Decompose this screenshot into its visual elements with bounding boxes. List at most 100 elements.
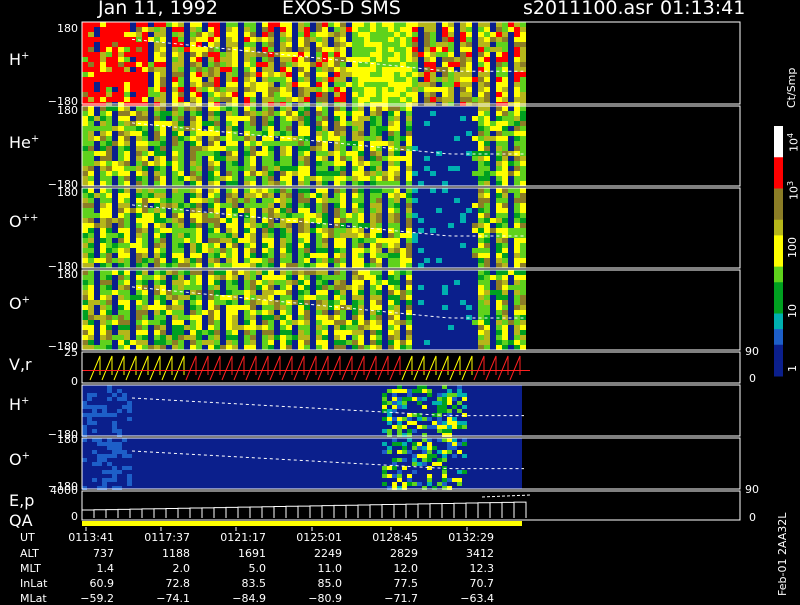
spectrogram-cell: [118, 213, 124, 218]
spectrogram-cell: [82, 233, 88, 238]
spectrogram-cell: [334, 22, 340, 27]
spectrogram-cell: [136, 27, 142, 32]
spectrogram-cell: [178, 116, 184, 121]
spectrogram-cell: [208, 248, 214, 253]
spectrogram-cell: [340, 198, 346, 203]
spectrogram-cell: [334, 156, 340, 161]
spectrogram-cell: [376, 253, 382, 258]
spectrogram-cell: [268, 151, 274, 156]
spectrogram-cell: [514, 106, 520, 111]
spectrogram-cell: [406, 27, 412, 32]
spectrogram-cell: [214, 111, 220, 116]
spectrogram-cell: [502, 223, 508, 228]
spectrogram-cell: [208, 166, 214, 171]
spectrogram-cell: [118, 345, 124, 350]
spectrogram-cell: [376, 166, 382, 171]
spectrogram-cell: [262, 72, 268, 77]
spectrogram-cell: [124, 57, 130, 62]
spectrogram-cell: [256, 82, 262, 87]
spectrogram-cell: [88, 198, 94, 203]
spectrogram-cell: [316, 67, 322, 72]
spectrogram-cell: [102, 478, 107, 482]
spectrogram-cell: [388, 161, 394, 166]
spectrogram-cell: [268, 116, 274, 121]
spectrogram-cell: [298, 116, 304, 121]
spectrogram-cell: [310, 32, 316, 37]
spectrogram-cell: [100, 270, 106, 275]
spectrogram-cell: [502, 320, 508, 325]
spectrogram-cell: [220, 253, 226, 258]
spectrogram-cell: [172, 285, 178, 290]
spectrogram-cell: [316, 270, 322, 275]
spectrogram-cell: [520, 106, 526, 111]
spectrogram-cell: [340, 330, 346, 335]
spectrogram-cell: [106, 92, 112, 97]
spectrogram-cell: [124, 111, 130, 116]
spectrogram-cell: [382, 72, 388, 77]
spectrogram-cell: [457, 389, 462, 393]
spectrogram-cell: [136, 22, 142, 27]
spectrogram-cell: [392, 389, 397, 393]
spectrogram-cell: [454, 136, 460, 141]
spectrogram-cell: [106, 77, 112, 82]
spectrogram-cell: [82, 203, 88, 208]
spectrogram-cell: [352, 340, 358, 345]
spectrogram-cell: [352, 315, 358, 320]
spectrogram-cell: [430, 47, 436, 52]
spectrogram-cell: [452, 442, 457, 446]
spectrogram-cell: [232, 62, 238, 67]
spectrogram-cell: [280, 315, 286, 320]
spectrogram-cell: [286, 57, 292, 62]
spectrogram-cell: [490, 126, 496, 131]
spectrogram-cell: [502, 141, 508, 146]
spectrogram-cell: [412, 87, 418, 92]
spectrogram-cell: [232, 22, 238, 27]
spectrogram-cell: [514, 295, 520, 300]
spectrogram-cell: [124, 87, 130, 92]
spectrogram-cell: [226, 57, 232, 62]
spectrogram-cell: [316, 213, 322, 218]
spectrogram-cell: [387, 446, 392, 450]
spectrogram-cell: [322, 77, 328, 82]
spectrogram-cell: [92, 421, 97, 425]
spectrogram-cell: [370, 27, 376, 32]
spectrogram-cell: [154, 57, 160, 62]
spectrogram-cell: [124, 176, 130, 181]
spectrogram-cell: [358, 106, 364, 111]
spectrogram-cell: [154, 330, 160, 335]
spectrogram-cell: [226, 77, 232, 82]
footer-id: Feb-01 2AA32L: [776, 512, 789, 596]
spectrogram-cell: [130, 77, 136, 82]
spectrogram-cell: [316, 218, 322, 223]
spectrogram-cell: [244, 181, 250, 186]
spectrogram-cell: [190, 116, 196, 121]
spectrogram-cell: [454, 72, 460, 77]
spectrogram-cell: [280, 340, 286, 345]
spectrogram-cell: [94, 77, 100, 82]
spectrogram-cell: [117, 446, 122, 450]
spectrogram-cell: [298, 151, 304, 156]
spectrogram-cell: [352, 92, 358, 97]
spectrogram-cell: [262, 325, 268, 330]
spectrogram-cell: [334, 146, 340, 151]
spectrogram-cell: [208, 67, 214, 72]
spectrogram-cell: [244, 315, 250, 320]
spectrogram-cell: [484, 92, 490, 97]
spectrogram-cell: [490, 136, 496, 141]
spectrogram-cell: [280, 92, 286, 97]
spectrogram-cell: [154, 335, 160, 340]
spectrogram-cell: [112, 141, 118, 146]
spectrogram-cell: [100, 27, 106, 32]
y-tick-bottom-8: 0: [71, 510, 78, 523]
spectrogram-cell: [172, 181, 178, 186]
spectrogram-cell: [196, 87, 202, 92]
spectrogram-cell: [232, 37, 238, 42]
spectrogram-cell: [214, 42, 220, 47]
spectrogram-cell: [322, 208, 328, 213]
spectrogram-cell: [388, 82, 394, 87]
spectrogram-cell: [394, 87, 400, 92]
spectrogram-cell: [154, 315, 160, 320]
spectrogram-cell: [112, 258, 118, 263]
spectrogram-cell: [412, 454, 417, 458]
spectrogram-cell: [442, 393, 447, 397]
